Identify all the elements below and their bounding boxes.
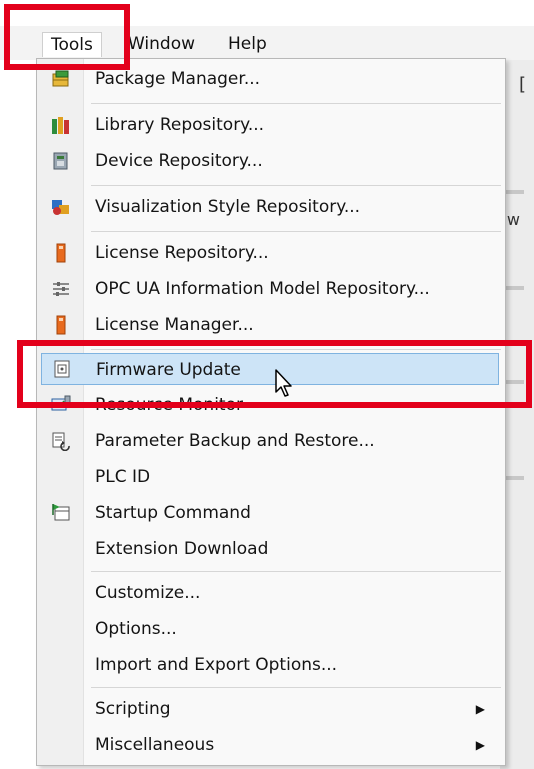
annotation-highlight-box (4, 4, 130, 70)
submenu-arrow-icon: ▶ (475, 702, 485, 716)
menu-item-license-manager[interactable]: License Manager... (41, 309, 499, 341)
menu-item-customize[interactable]: Customize... (41, 577, 499, 609)
menu-item-label: OPC UA Information Model Repository... (95, 279, 430, 299)
menu-item-label: Parameter Backup and Restore... (95, 431, 375, 451)
package-icon (52, 70, 69, 87)
menu-separator (91, 231, 501, 232)
background-text: w (506, 210, 520, 229)
menu-item-label: Startup Command (95, 503, 251, 523)
menu-help[interactable]: Help (220, 32, 275, 56)
menu-window[interactable]: Window (120, 32, 203, 56)
menu-item-extension-download[interactable]: Extension Download (41, 533, 499, 565)
submenu-arrow-icon: ▶ (475, 738, 485, 752)
startup-flag-icon (52, 504, 70, 521)
menu-item-plc-id[interactable]: PLC ID (41, 461, 499, 493)
menu-item-label: Scripting (95, 699, 171, 719)
menu-item-options[interactable]: Options... (41, 613, 499, 645)
menu-item-label: Extension Download (95, 539, 269, 559)
menu-separator (91, 103, 501, 104)
opc-ua-icon (53, 282, 69, 296)
menu-separator (91, 687, 501, 688)
menu-item-miscellaneous[interactable]: Miscellaneous ▶ (41, 729, 499, 761)
visualization-icon (52, 200, 69, 215)
menu-item-label: PLC ID (95, 467, 151, 487)
menu-item-label: Library Repository... (95, 115, 265, 135)
menu-item-label: Customize... (95, 583, 201, 603)
menu-item-label: Miscellaneous (95, 735, 215, 755)
menu-item-label: Options... (95, 619, 177, 639)
menu-item-scripting[interactable]: Scripting ▶ (41, 693, 499, 725)
menu-item-label: Import and Export Options... (95, 655, 338, 675)
menu-separator (91, 571, 501, 572)
library-books-icon (52, 117, 69, 134)
menu-item-license-repository[interactable]: License Repository... (41, 237, 499, 269)
menu-item-label: Device Repository... (95, 151, 263, 171)
menu-item-visualization-style-repository[interactable]: Visualization Style Repository... (41, 191, 499, 223)
menu-item-device-repository[interactable]: Device Repository... (41, 145, 499, 177)
menu-item-import-export-options[interactable]: Import and Export Options... (41, 649, 499, 681)
menu-item-label: Visualization Style Repository... (95, 197, 361, 217)
license-icon (56, 243, 66, 263)
menu-item-parameter-backup-restore[interactable]: Parameter Backup and Restore... (41, 425, 499, 457)
menu-item-label: License Repository... (95, 243, 269, 263)
backup-restore-icon (52, 432, 70, 451)
menu-item-label: License Manager... (95, 315, 254, 335)
menu-separator (91, 185, 501, 186)
mouse-cursor-icon (275, 369, 292, 397)
license-icon (56, 315, 66, 335)
background-text: [ (518, 74, 526, 95)
menu-item-opc-ua-repository[interactable]: OPC UA Information Model Repository... (41, 273, 499, 305)
tools-dropdown-menu: Package Manager... Library Repository...… (36, 58, 506, 766)
device-icon (53, 152, 68, 170)
menu-item-startup-command[interactable]: Startup Command (41, 497, 499, 529)
menu-item-library-repository[interactable]: Library Repository... (41, 109, 499, 141)
